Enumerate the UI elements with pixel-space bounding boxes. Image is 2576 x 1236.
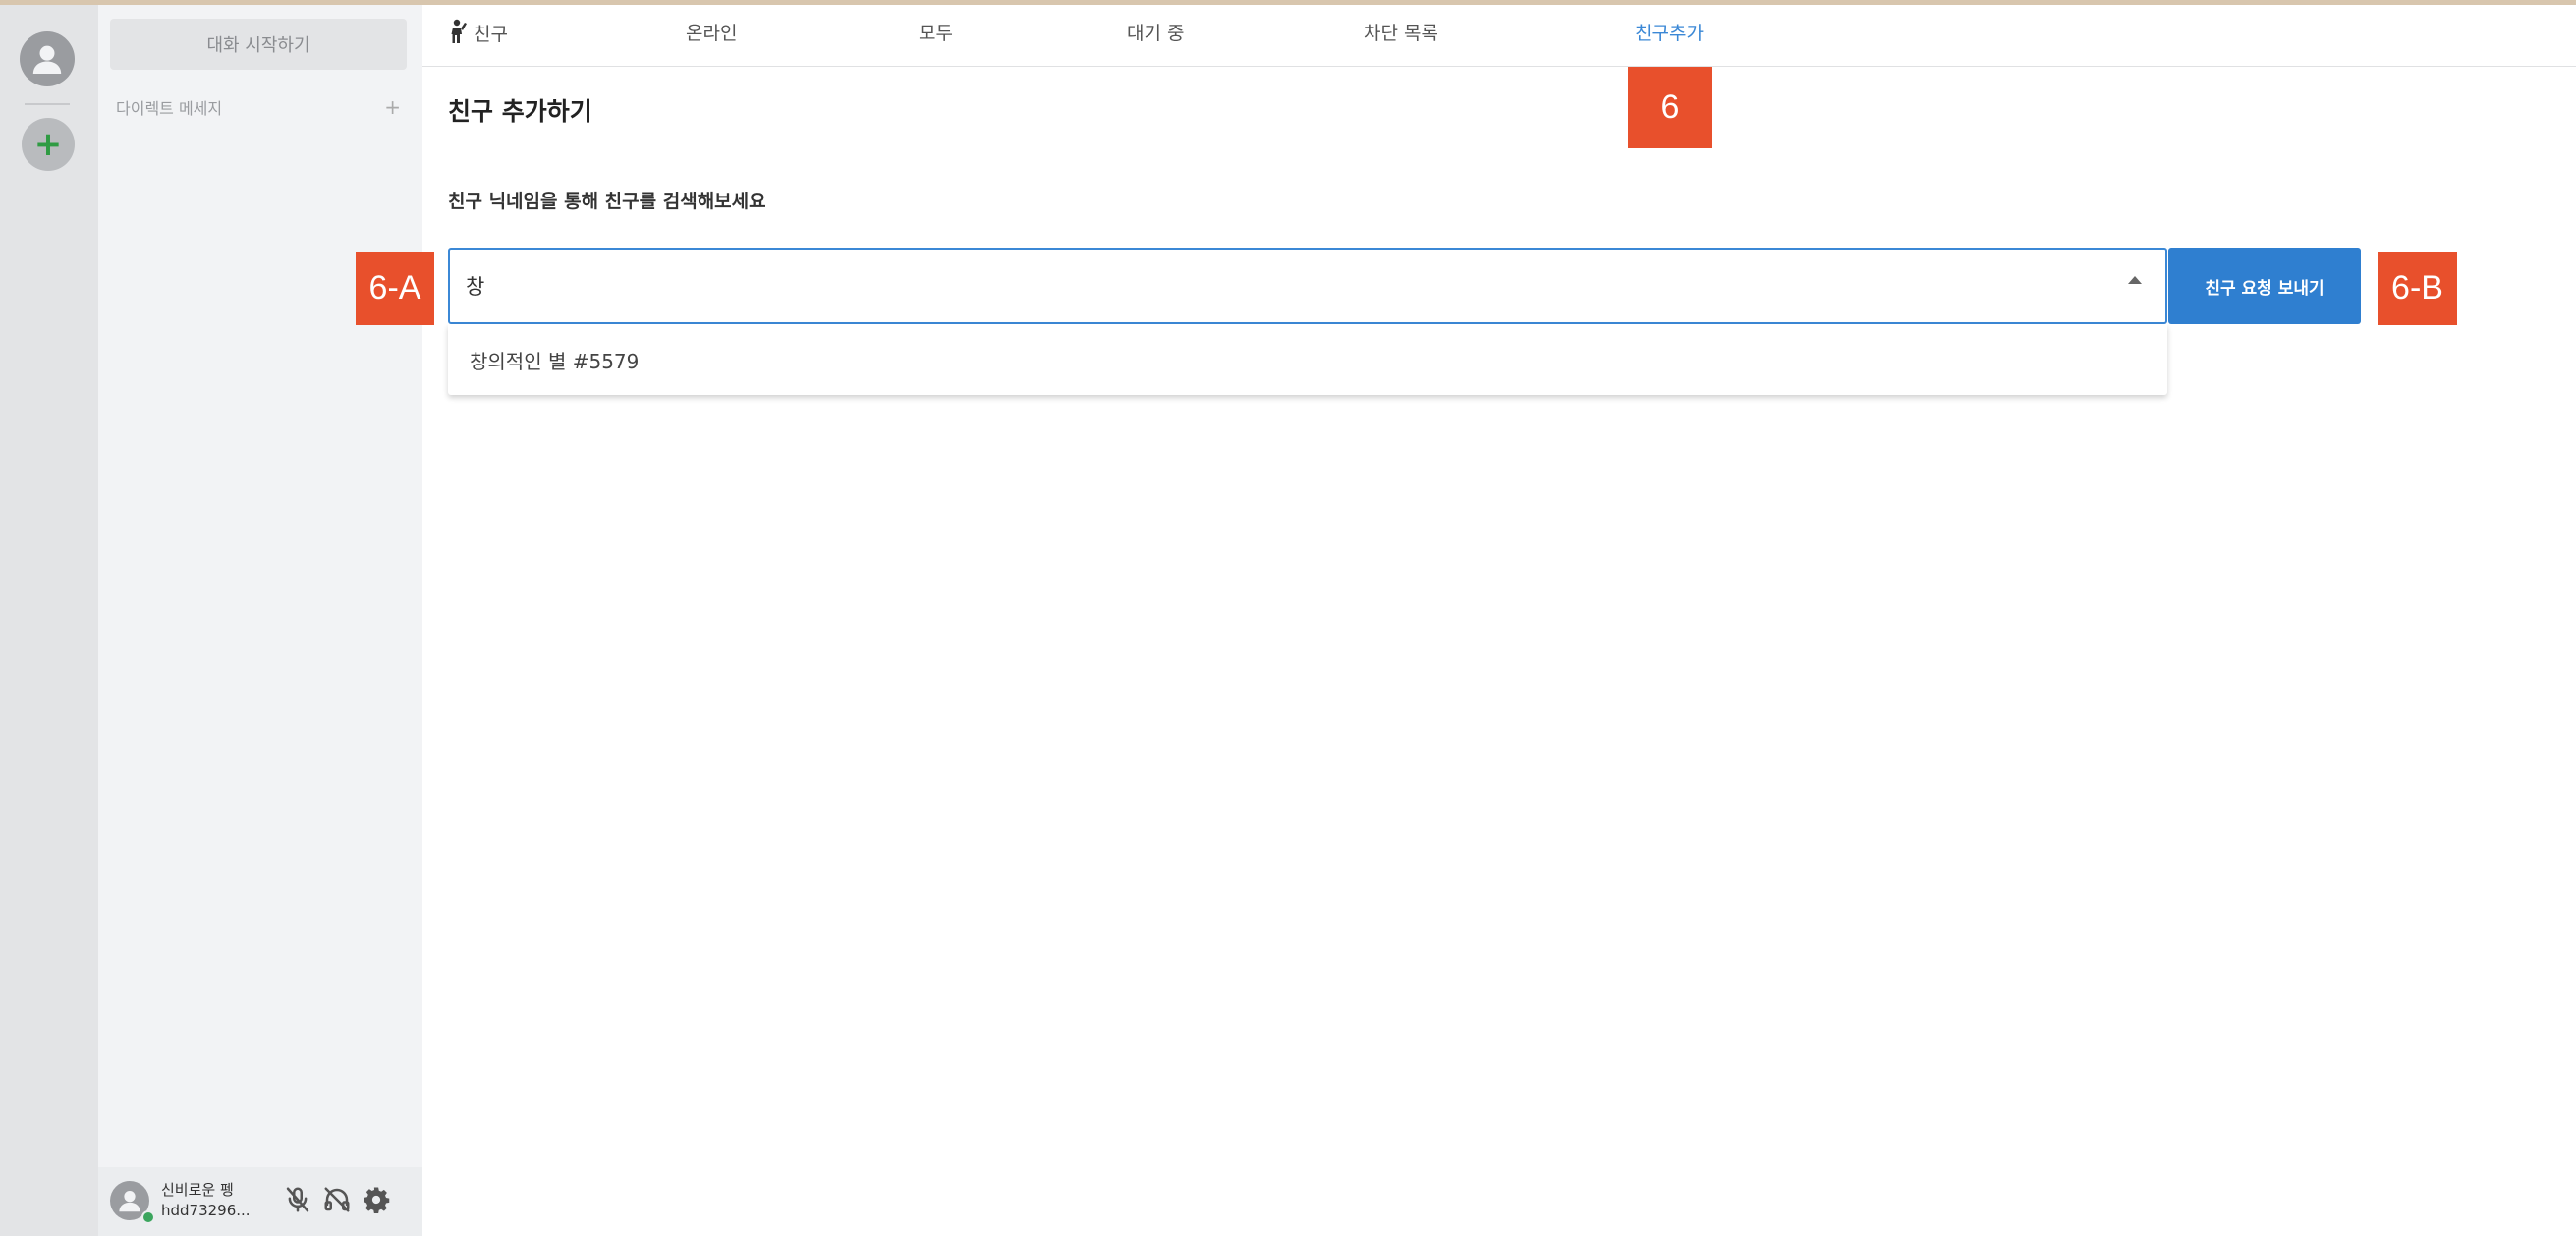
tab-friends[interactable]: 친구 bbox=[448, 19, 508, 46]
direct-messages-header: 다이렉트 메세지 + bbox=[116, 93, 411, 121]
add-server-icon[interactable]: + bbox=[22, 118, 75, 171]
suggestion-dropdown: 창의적인 별 #5579 bbox=[448, 324, 2167, 395]
user-panel: 신비로운 펭 hdd73296... bbox=[98, 1167, 422, 1236]
friends-tab-bar: 친구 온라인 모두 대기 중 차단 목록 친구추가 bbox=[422, 5, 2576, 67]
headset-muted-icon[interactable] bbox=[320, 1183, 354, 1216]
waving-person-icon bbox=[451, 19, 467, 43]
add-dm-icon[interactable]: + bbox=[384, 95, 411, 119]
user-tag: hdd73296... bbox=[161, 1202, 251, 1219]
online-status-icon bbox=[141, 1210, 155, 1224]
dropdown-arrow-icon[interactable] bbox=[2128, 276, 2142, 284]
annotation-badge-6a: 6-A bbox=[356, 252, 434, 325]
mic-muted-icon[interactable] bbox=[281, 1183, 314, 1216]
direct-messages-label: 다이렉트 메세지 bbox=[116, 99, 223, 118]
start-chat-button[interactable]: 대화 시작하기 bbox=[110, 19, 407, 70]
rail-separator bbox=[25, 103, 70, 105]
annotation-badge-6b: 6-B bbox=[2378, 252, 2457, 325]
server-rail: + bbox=[0, 5, 98, 1236]
tab-online[interactable]: 온라인 bbox=[686, 19, 737, 45]
tab-all[interactable]: 모두 bbox=[919, 19, 953, 45]
send-friend-request-button[interactable]: 친구 요청 보내기 bbox=[2168, 248, 2361, 324]
tab-friends-label: 친구 bbox=[474, 24, 508, 45]
home-avatar-icon[interactable] bbox=[20, 31, 75, 86]
user-name: 신비로운 펭 bbox=[161, 1181, 234, 1199]
tab-blocked[interactable]: 차단 목록 bbox=[1364, 19, 1438, 45]
settings-gear-icon[interactable] bbox=[360, 1183, 393, 1216]
friend-search-input[interactable] bbox=[448, 248, 2167, 324]
dm-sidebar: 대화 시작하기 다이렉트 메세지 + 신비로운 펭 hdd73296... bbox=[98, 5, 422, 1236]
tab-add-friend[interactable]: 친구추가 bbox=[1635, 19, 1704, 45]
search-description: 친구 닉네임을 통해 친구를 검색해보세요 bbox=[448, 191, 766, 212]
page-title: 친구 추가하기 bbox=[448, 97, 592, 126]
annotation-badge-6: 6 bbox=[1628, 67, 1712, 148]
suggestion-item[interactable]: 창의적인 별 #5579 bbox=[470, 346, 639, 374]
tab-pending[interactable]: 대기 중 bbox=[1127, 19, 1184, 45]
